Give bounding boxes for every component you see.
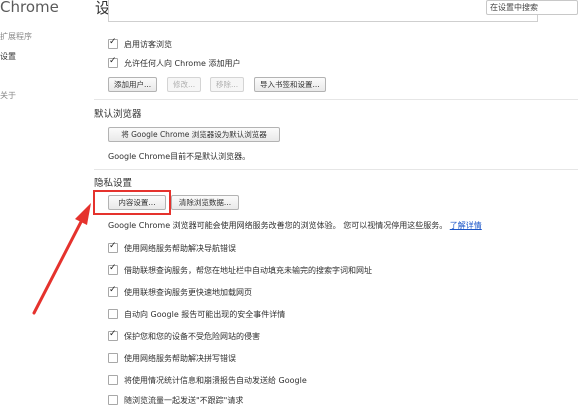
annotation-arrow [32, 203, 91, 315]
